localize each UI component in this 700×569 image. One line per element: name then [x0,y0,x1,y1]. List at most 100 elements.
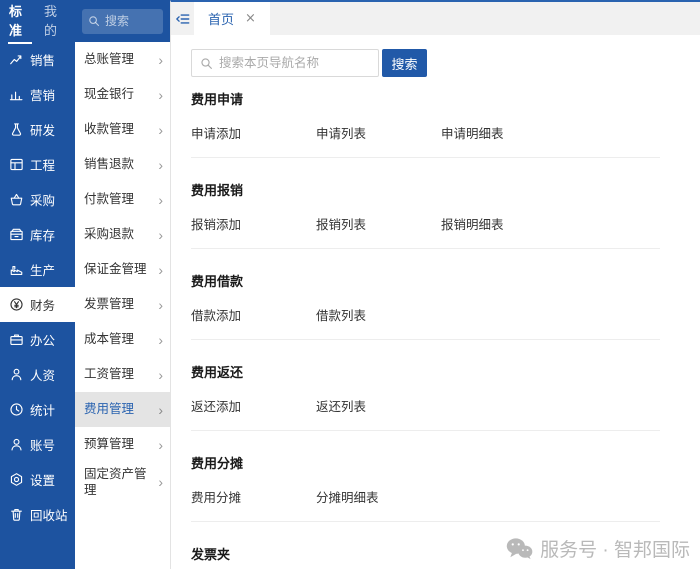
nav-link[interactable]: 报销明细表 [441,214,504,233]
submenu-item-label: 成本管理 [84,332,135,347]
submenu-item-label: 发票管理 [84,297,135,312]
nav-link[interactable]: 申请添加 [191,123,241,142]
sidebar-mode-tabs: 标准 我的 [0,0,75,44]
section-links: 申请添加 申请列表 申请明细表 [191,123,700,142]
tab-standard[interactable]: 标准 [8,0,32,44]
submenu-item[interactable]: 采购退款 › [75,217,170,252]
submenu-item[interactable]: 保证金管理 › [75,252,170,287]
chevron-right-icon: › [158,436,163,453]
sidebar-item-statistics[interactable]: 统计 [0,392,75,427]
nav-link[interactable]: 报销添加 [191,214,241,233]
sidebar-item-label: 账号 [30,439,56,453]
nav-link[interactable]: 申请列表 [316,123,366,142]
submenu-item-label: 现金银行 [84,87,135,102]
submenu-item[interactable]: 成本管理 › [75,322,170,357]
submenu-header [75,0,170,42]
app-window: 标准 我的 销售营销研发工程采购库存生产财务办公人资统计账号设置回收站 总账管理… [0,0,700,569]
sidebar-item-label: 销售 [30,54,56,68]
submenu-panel: 总账管理›现金银行›收款管理›销售退款›付款管理›采购退款›保证金管理›发票管理… [75,0,170,569]
sidebar-item-office[interactable]: 办公 [0,322,75,357]
sidebar-item-procurement[interactable]: 采购 [0,182,75,217]
box-icon [9,227,24,242]
submenu-item-label: 付款管理 [84,192,135,207]
nav-link[interactable]: 申请明细表 [441,123,504,142]
nav-link[interactable]: 分摊明细表 [316,487,379,506]
tab-home[interactable]: 首页 × [194,2,270,35]
submenu-item[interactable]: 固定资产管理 › [75,462,170,503]
submenu-item[interactable]: 付款管理 › [75,182,170,217]
submenu-item[interactable]: 预算管理 › [75,427,170,462]
sidebar-item-engineering[interactable]: 工程 [0,147,75,182]
collapse-sidebar-icon[interactable] [171,2,194,35]
submenu-item[interactable]: 总账管理 › [75,42,170,77]
nav-link[interactable]: 借款添加 [191,305,241,324]
nav-link[interactable]: 借款列表 [316,305,366,324]
sidebar-item-marketing[interactable]: 营销 [0,77,75,112]
sidebar-item-hr[interactable]: 人资 [0,357,75,392]
yuan-circle-icon [9,297,24,312]
section: 费用报销报销添加 报销列表 报销明细表 [191,180,700,249]
section-title: 费用报销 [191,183,244,198]
sidebar-item-label: 财务 [30,299,56,313]
tab-home-label: 首页 [208,12,235,27]
section-divider [191,430,660,431]
sections-container: 费用申请 申请添加 申请列表 申请明细表 费用报销 报销添加 报销列表 报销明细表 费用借款 借款… [191,89,700,569]
sidebar-search[interactable] [82,8,163,34]
section-divider [191,248,660,249]
sidebar-item-label: 回收站 [30,509,68,523]
section-divider [191,339,660,340]
submenu-item-label: 预算管理 [84,437,135,452]
sidebar-item-rnd[interactable]: 研发 [0,112,75,147]
submenu-item[interactable]: 现金银行 › [75,77,170,112]
sidebar-item-inventory[interactable]: 库存 [0,217,75,252]
submenu-item[interactable]: 发票管理 › [75,287,170,322]
briefcase-icon [9,332,24,347]
chevron-right-icon: › [158,226,163,243]
section-links: 报销添加 报销列表 报销明细表 [191,214,700,233]
nav-link[interactable]: 返还列表 [316,396,366,415]
close-tab-icon[interactable]: × [245,11,256,26]
search-icon [89,16,100,27]
sidebar-item-label: 人资 [30,369,56,383]
submenu-item[interactable]: 费用管理 › [75,392,170,427]
chevron-right-icon: › [158,296,163,313]
section: 费用借款 借款添加 借款列表 [191,271,700,340]
submenu-item-label: 工资管理 [84,367,135,382]
nav-link[interactable]: 返还添加 [191,396,241,415]
sidebar-item-label: 采购 [30,194,56,208]
section-links: 返还添加 返还列表 [191,396,700,415]
sidebar-search-input[interactable] [105,14,157,28]
sidebar-item-label: 统计 [30,404,56,418]
sidebar-item-recycle[interactable]: 回收站 [0,497,75,532]
chevron-right-icon: › [158,191,163,208]
page-content: 搜索 费用申请申请添加 申请列表 申请明细表费用报销报销添加 报销列表 报销明细表费用借… [171,35,700,569]
nav-link[interactable]: 报销列表 [316,214,366,233]
section-title: 费用申请 [191,92,244,107]
chevron-right-icon: › [158,331,163,348]
primary-sidebar-nav: 销售营销研发工程采购库存 生产财务办公人资统计账号设置回收站 [0,42,75,532]
tab-mine[interactable]: 我的 [43,0,67,44]
chevron-right-icon: › [158,261,163,278]
search-button[interactable]: 搜索 [382,49,427,77]
sidebar-item-settings[interactable]: 设置 [0,462,75,497]
submenu-item-label: 采购退款 [84,227,135,242]
sidebar-item-account[interactable]: 账号 [0,427,75,462]
chevron-right-icon: › [158,86,163,103]
chevron-right-icon: › [158,51,163,68]
page-search-input[interactable] [219,56,380,70]
section-links: 借款添加 借款列表 [191,305,700,324]
submenu-item[interactable]: 工资管理 › [75,357,170,392]
sidebar-item-finance[interactable]: 财务 [0,287,75,322]
submenu-item[interactable]: 销售退款 › [75,147,170,182]
clock-icon [9,402,24,417]
page-search-field[interactable] [191,49,380,77]
factory-icon [9,262,24,277]
sidebar-item-label: 营销 [30,89,56,103]
sidebar-item-label: 工程 [30,159,56,173]
submenu-item[interactable]: 收款管理 › [75,112,170,147]
section: 费用申请申请添加 申请列表 申请明细表 [191,89,700,158]
main-area: 首页 × 搜索 费用申请申请添加 申请列表 申请明细表费用报销报销添加 报销列表 报销明… [170,0,700,569]
sidebar-item-production[interactable]: 生产 [0,252,75,287]
sidebar-item-sales[interactable]: 销售 [0,42,75,77]
nav-link[interactable]: 费用分摊 [191,487,241,506]
